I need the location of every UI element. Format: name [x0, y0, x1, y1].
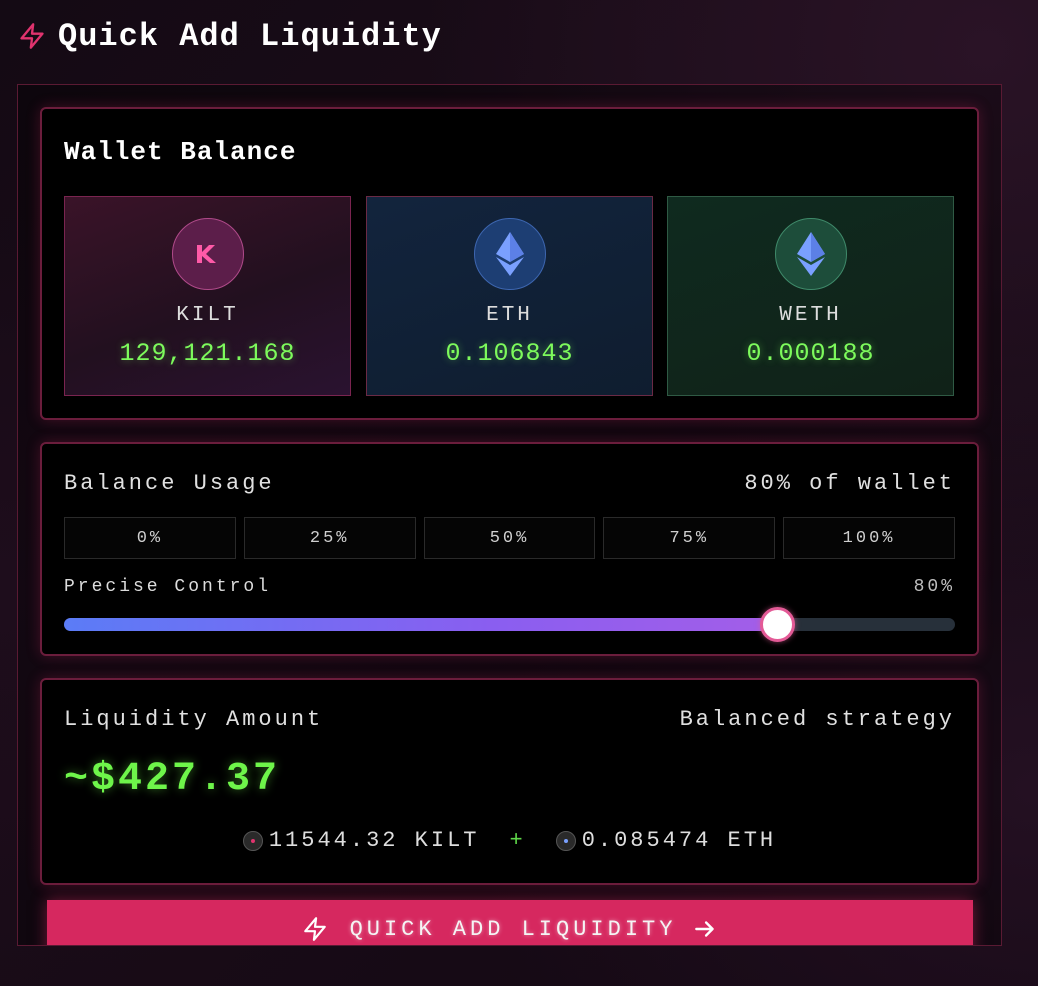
- plus-sign: +: [509, 828, 526, 853]
- slider-thumb[interactable]: [759, 607, 795, 642]
- eth-mini-icon: [555, 830, 576, 851]
- quick-add-panel: Wallet Balance KILT 129,121.168 ETH 0.10…: [17, 84, 1002, 946]
- token-card-weth: WETH 0.000188: [667, 196, 954, 396]
- page-title: Quick Add Liquidity: [58, 17, 442, 55]
- preset-0-button[interactable]: 0%: [64, 517, 236, 559]
- cta-content: QUICK ADD LIQUIDITY: [302, 914, 719, 944]
- preset-75-button[interactable]: 75%: [603, 517, 776, 559]
- preset-25-button[interactable]: 25%: [243, 517, 416, 559]
- token-balance: 0.106843: [445, 339, 574, 368]
- cta-label: QUICK ADD LIQUIDITY: [349, 916, 677, 942]
- wallet-balance-card: Wallet Balance KILT 129,121.168 ETH 0.10…: [40, 107, 979, 420]
- arrow-right-icon: [695, 921, 715, 937]
- liquidity-breakdown: 11544.32 KILT + 0.085474 ETH: [42, 828, 977, 853]
- usage-slider[interactable]: [64, 607, 955, 642]
- balance-usage-title: Balance Usage: [64, 471, 275, 496]
- ethereum-icon: [473, 218, 546, 290]
- preset-100-button[interactable]: 100%: [783, 517, 955, 559]
- token-symbol: ETH: [486, 304, 533, 327]
- preset-50-button[interactable]: 50%: [423, 517, 596, 559]
- token-symbol: WETH: [779, 304, 842, 327]
- eth-part: 0.085474 ETH: [581, 828, 777, 853]
- balance-usage-card: Balance Usage 80% of wallet 0% 25% 50% 7…: [40, 442, 979, 656]
- usage-summary: 80% of wallet: [744, 471, 955, 496]
- liquidity-amount-title: Liquidity Amount: [64, 707, 324, 732]
- wallet-balance-title: Wallet Balance: [64, 137, 297, 167]
- ethereum-icon: [774, 218, 847, 290]
- quick-add-liquidity-button[interactable]: QUICK ADD LIQUIDITY: [47, 900, 973, 945]
- token-balance: 129,121.168: [119, 339, 296, 368]
- kilt-part: 11544.32 KILT: [268, 828, 480, 853]
- strategy-label: Balanced strategy: [679, 707, 955, 732]
- kilt-mini-icon: [242, 830, 263, 851]
- preset-buttons: 0% 25% 50% 75% 100%: [64, 517, 955, 559]
- lightning-icon: [303, 917, 326, 941]
- slider-fill: [64, 618, 777, 631]
- kilt-logo-icon: [171, 218, 244, 290]
- page-header: Quick Add Liquidity: [18, 16, 442, 56]
- lightning-icon: [20, 23, 44, 49]
- token-card-eth: ETH 0.106843: [366, 196, 653, 396]
- token-card-kilt: KILT 129,121.168: [64, 196, 351, 396]
- token-balance: 0.000188: [746, 339, 875, 368]
- token-symbol: KILT: [176, 304, 239, 327]
- precise-control-label: Precise Control: [64, 577, 272, 597]
- precise-control-value: 80%: [913, 577, 955, 597]
- liquidity-amount-card: Liquidity Amount Balanced strategy ~$427…: [40, 678, 979, 885]
- liquidity-usd-amount: ~$427.37: [64, 757, 281, 802]
